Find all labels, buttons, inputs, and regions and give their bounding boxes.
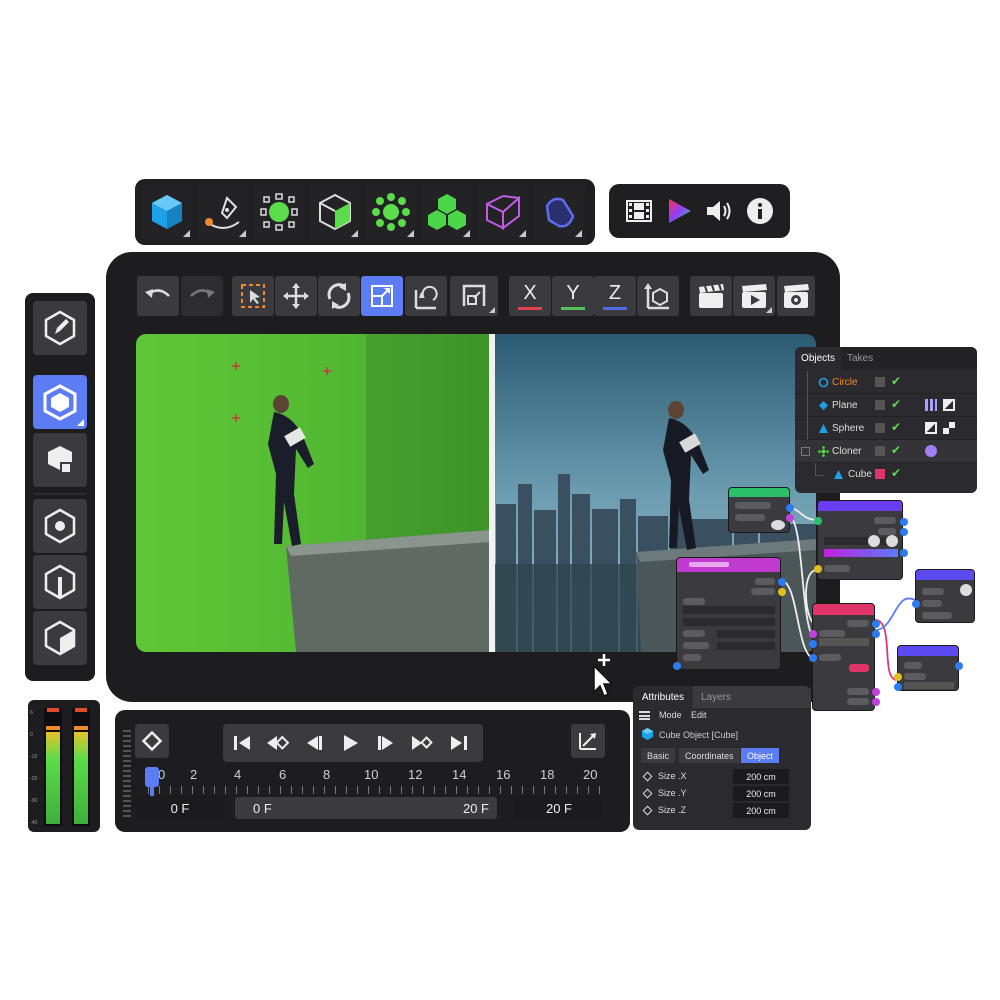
- node-red[interactable]: [809, 603, 880, 711]
- attributes-panel: Attributes Layers Mode Edit Cube Object …: [633, 686, 811, 830]
- check-icon[interactable]: ✔: [891, 443, 901, 457]
- object-title: Cube Object [Cube]: [659, 730, 739, 740]
- keyframe-diamond-icon[interactable]: [642, 771, 653, 782]
- size-x-input[interactable]: 200 cm: [733, 769, 789, 784]
- size-z-label: Size .Z: [658, 805, 687, 815]
- tab-takes[interactable]: Takes: [847, 353, 873, 364]
- list-item[interactable]: Cube ✔: [795, 463, 977, 486]
- visibility-toggle[interactable]: [875, 423, 885, 433]
- size-x-row: Size .X 200 cm: [633, 769, 811, 786]
- visibility-toggle[interactable]: [875, 400, 885, 410]
- size-x-label: Size .X: [658, 771, 687, 781]
- sphere-icon: [819, 424, 828, 433]
- object-label-sphere: Sphere: [832, 423, 865, 434]
- check-icon[interactable]: ✔: [891, 374, 901, 388]
- menu-mode[interactable]: Mode: [659, 710, 682, 720]
- attributes-tab-bar: Attributes Layers: [633, 686, 811, 708]
- cloner-small-icon: [818, 446, 829, 457]
- node-blue[interactable]: [912, 569, 975, 623]
- objects-panel: Objects Takes Circle ✔ Plane ✔ Sphere ✔: [795, 347, 977, 493]
- size-y-row: Size .Y 200 cm: [633, 786, 811, 803]
- list-item[interactable]: Plane ✔: [795, 394, 977, 417]
- object-label-circle: Circle: [832, 377, 858, 388]
- subtab-object[interactable]: Object: [741, 748, 780, 763]
- list-item[interactable]: Cloner ✔: [795, 440, 977, 463]
- objects-tab-bar: Objects Takes: [795, 347, 977, 370]
- check-icon[interactable]: ✔: [891, 420, 901, 434]
- material-tag-icon[interactable]: [925, 399, 937, 411]
- keyframe-diamond-icon[interactable]: [642, 788, 653, 799]
- size-z-row: Size .Z 200 cm: [633, 803, 811, 820]
- check-icon[interactable]: ✔: [891, 397, 901, 411]
- tab-attributes[interactable]: Attributes: [633, 686, 693, 708]
- object-label-cloner: Cloner: [832, 446, 862, 457]
- visibility-toggle[interactable]: [875, 377, 885, 387]
- visibility-toggle[interactable]: [875, 469, 885, 479]
- tab-layers[interactable]: Layers: [701, 692, 731, 703]
- node-magenta[interactable]: [673, 557, 786, 670]
- visibility-toggle[interactable]: [875, 446, 885, 456]
- object-label-cube: Cube: [848, 469, 872, 480]
- checker-tag-icon[interactable]: [943, 422, 955, 434]
- node-purple-gradient[interactable]: [814, 500, 908, 580]
- list-item[interactable]: Sphere ✔: [795, 417, 977, 440]
- node-green[interactable]: [728, 487, 794, 533]
- cube-object-icon: [642, 728, 653, 740]
- menu-edit[interactable]: Edit: [691, 710, 707, 720]
- subtab-basic[interactable]: Basic: [641, 748, 676, 763]
- check-icon[interactable]: ✔: [891, 466, 901, 480]
- effector-tag-icon[interactable]: [925, 445, 937, 457]
- tab-objects[interactable]: Objects: [795, 347, 841, 370]
- size-y-input[interactable]: 200 cm: [733, 786, 789, 801]
- object-list: Circle ✔ Plane ✔ Sphere ✔ Cloner ✔ Cube …: [795, 371, 977, 491]
- size-z-input[interactable]: 200 cm: [733, 803, 789, 818]
- node-blue-small[interactable]: [894, 645, 963, 691]
- cube-small-icon: [834, 470, 843, 479]
- size-y-label: Size .Y: [658, 788, 687, 798]
- texture-tag-icon[interactable]: [925, 422, 937, 434]
- subtab-coordinates[interactable]: Coordinates: [679, 748, 740, 763]
- list-item[interactable]: Circle ✔: [795, 371, 977, 394]
- keyframe-diamond-icon[interactable]: [642, 805, 653, 816]
- texture-tag-icon[interactable]: [943, 399, 955, 411]
- circle-spline-icon: [818, 377, 829, 388]
- object-label-plane: Plane: [832, 400, 858, 411]
- plane-icon: [819, 401, 828, 410]
